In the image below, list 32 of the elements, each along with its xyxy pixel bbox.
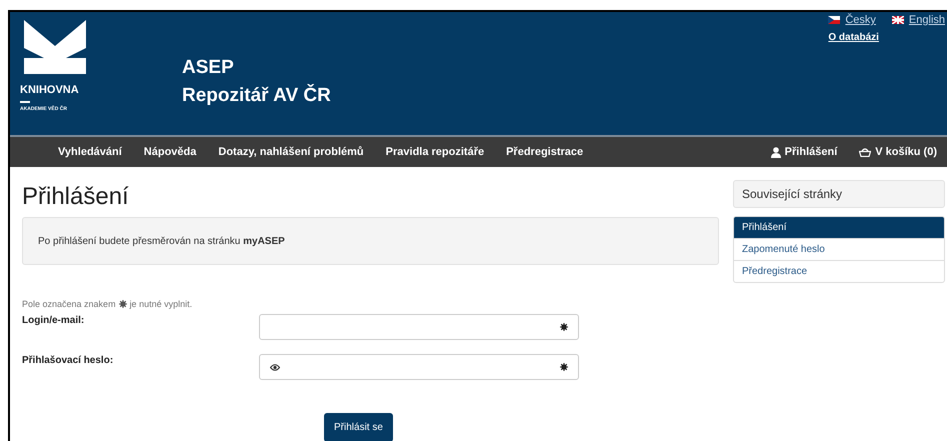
sidebar-item[interactable]: Přihlášení [734,217,944,238]
flag-icon [828,16,840,24]
notice-text: Po přihlášení budete přesměrován na stránku myASEP [38,236,285,246]
nav-link[interactable]: Vyhledávání [58,146,122,158]
nav-link[interactable]: Předregistrace [506,146,584,158]
user-icon [770,146,781,158]
eye-icon [270,364,280,370]
nav-link[interactable]: Přihlášení [770,146,838,158]
sidebar-item[interactable]: Zapomenuté heslo [734,238,944,260]
flag-icon [892,16,904,24]
logo-wordmark: KNIHOVNA [20,84,79,96]
field-label: Login/e-mail: [22,314,86,326]
basket-icon [859,147,872,157]
language-link[interactable]: English [892,14,945,26]
login-button[interactable]: Přihlásit se [324,413,393,441]
nav-link[interactable]: Dotazy, nahlášení problémů [218,146,364,158]
nav-link[interactable]: Nápověda [144,146,196,158]
nav-link[interactable]: Pravidla repozitáře [386,146,484,158]
input-field[interactable] [259,314,579,340]
language-link[interactable]: Česky [828,14,876,26]
about-link[interactable]: O databázi [828,32,879,43]
site-title: Repozitář AV ČR [182,83,331,108]
sidebar-heading: Související stránky [733,180,945,208]
nav-link[interactable]: V košíku (0) [859,146,937,158]
required-note: Pole označena znakem [22,299,116,309]
password-field[interactable] [259,354,579,380]
page-title: Přihlášení [22,183,130,211]
site-title: ASEP [182,56,235,80]
field-label: Přihlašovací heslo: [22,354,114,366]
required-note: je nutné vyplnit. [130,299,192,309]
asterisk-icon [118,300,127,308]
sidebar-item[interactable]: Předregistrace [734,260,944,282]
